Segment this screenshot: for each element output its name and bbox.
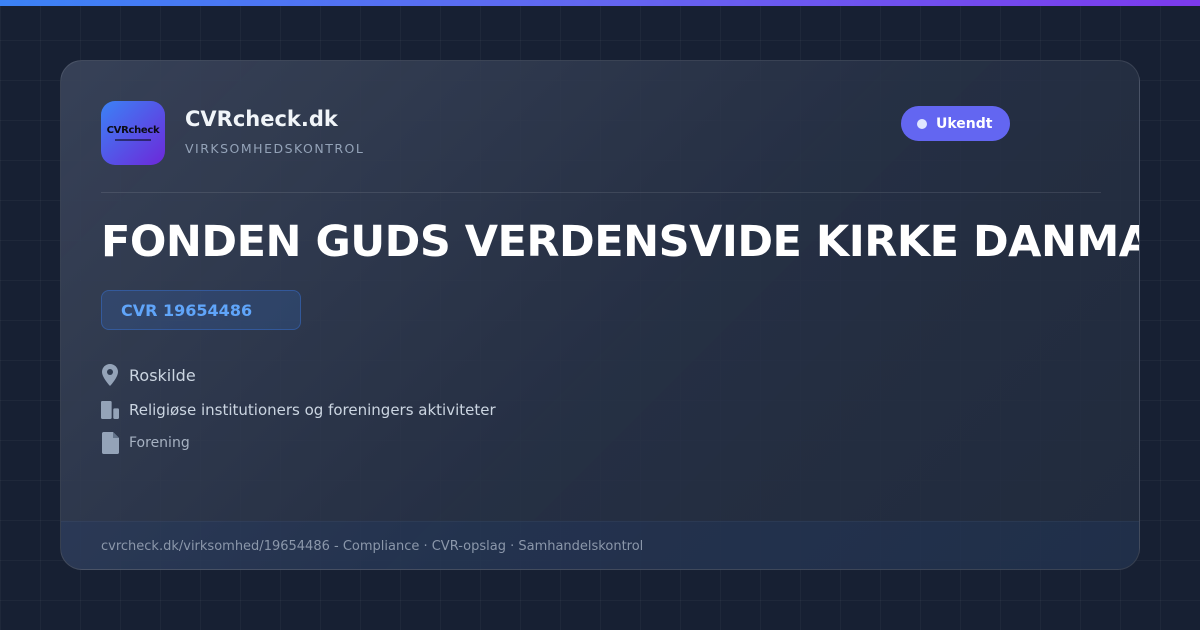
company-type-row: Forening	[101, 431, 190, 455]
location-row: Roskilde	[101, 363, 196, 387]
industry-text: Religiøse institutioners og foreningers …	[129, 401, 496, 419]
top-accent-bar	[0, 0, 1200, 6]
status-dot-icon	[917, 118, 927, 129]
document-icon	[101, 431, 119, 455]
building-icon	[101, 398, 119, 422]
footer-bar: cvrcheck.dk/virksomhed/19654486 - Compli…	[61, 521, 1139, 569]
brand-logo: CVRcheck	[101, 101, 165, 165]
logo-text: CVRcheck	[106, 125, 160, 136]
status-badge: Ukendt	[901, 106, 1011, 141]
status-label: Ukendt	[936, 115, 993, 132]
company-type-text: Forening	[129, 435, 190, 451]
brand-name: CVRcheck.dk	[185, 107, 338, 131]
company-card: CVRcheck CVRcheck.dk VIRKSOMHEDSKONTROL …	[60, 60, 1140, 570]
header-divider	[101, 192, 1101, 193]
industry-row: Religiøse institutioners og foreningers …	[101, 398, 496, 422]
location-pin-icon	[101, 363, 119, 387]
logo-underline	[115, 139, 151, 141]
brand-tagline: VIRKSOMHEDSKONTROL	[185, 141, 365, 156]
cvr-badge: CVR 19654486	[101, 290, 301, 330]
footer-text: cvrcheck.dk/virksomhed/19654486 - Compli…	[101, 539, 644, 554]
company-name: FONDEN GUDS VERDENSVIDE KIRKE DANMARK	[101, 217, 1140, 267]
location-text: Roskilde	[129, 365, 196, 385]
cvr-number: CVR 19654486	[121, 300, 253, 320]
